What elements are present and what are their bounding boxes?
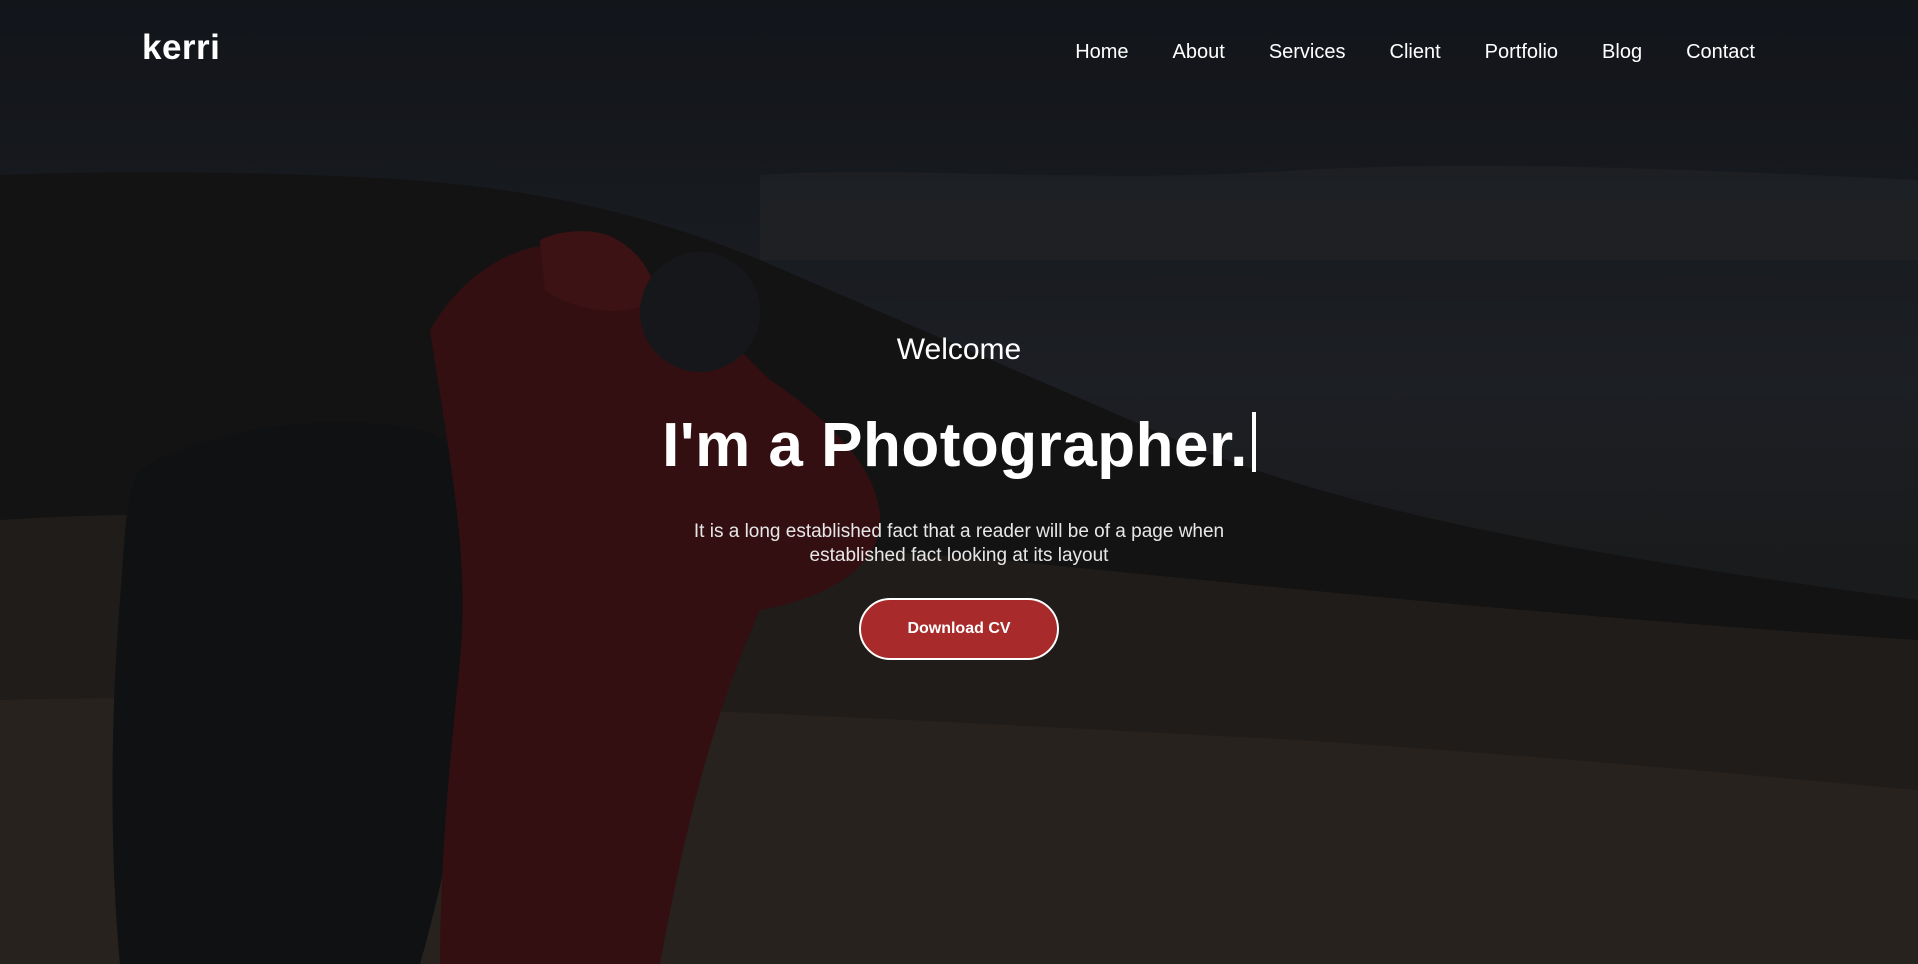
nav-item-portfolio: Portfolio <box>1485 38 1558 66</box>
download-cv-button[interactable]: Download CV <box>859 598 1059 660</box>
brand-logo[interactable]: kerri <box>142 28 220 68</box>
nav-item-services: Services <box>1269 38 1346 66</box>
hero-welcome: Welcome <box>896 333 1022 366</box>
hero-section: kerri Home About Services Client Portfol… <box>0 0 1918 964</box>
nav-link-services[interactable]: Services <box>1269 41 1346 63</box>
hero-description: It is a long established fact that a rea… <box>693 521 1225 566</box>
nav-link-blog[interactable]: Blog <box>1602 41 1642 63</box>
nav-item-home: Home <box>1075 38 1128 66</box>
nav-item-client: Client <box>1390 38 1441 66</box>
hero-content: Welcome I'm a Photographer. It is a long… <box>0 330 1918 660</box>
nav-item-blog: Blog <box>1602 38 1642 66</box>
nav-link-about[interactable]: About <box>1173 41 1225 63</box>
nav-link-portfolio[interactable]: Portfolio <box>1485 41 1558 63</box>
nav-menu: Home About Services Client Portfolio Blo… <box>1075 38 1755 66</box>
top-navbar: kerri Home About Services Client Portfol… <box>0 0 1918 104</box>
typing-cursor <box>1251 412 1256 472</box>
nav-link-contact[interactable]: Contact <box>1686 41 1755 63</box>
nav-link-home[interactable]: Home <box>1075 41 1128 63</box>
nav-item-about: About <box>1173 38 1225 66</box>
nav-item-contact: Contact <box>1686 38 1755 66</box>
hero-headline-text: I'm a Photographer. <box>662 411 1248 480</box>
nav-link-client[interactable]: Client <box>1390 41 1441 63</box>
hero-headline: I'm a Photographer. <box>0 406 1918 486</box>
